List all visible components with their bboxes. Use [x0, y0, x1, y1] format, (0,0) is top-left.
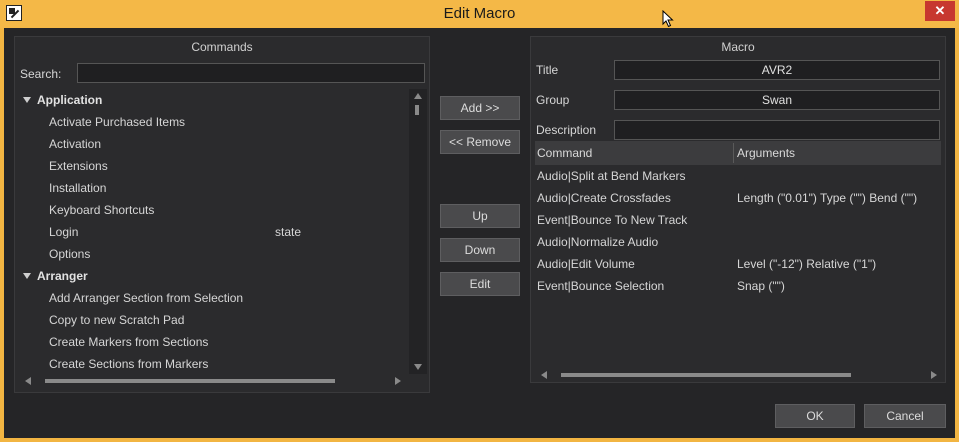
tree-item[interactable]: Keyboard Shortcuts [49, 199, 407, 221]
macro-row[interactable]: Event|Bounce Selection Snap ("") [535, 275, 941, 297]
tree-item-label: Options [49, 247, 91, 261]
macro-row[interactable]: Audio|Split at Bend Markers [535, 165, 941, 187]
macro-row-command: Event|Bounce To New Track [537, 213, 688, 227]
tree-item[interactable]: Add Arranger Section from Selection [49, 287, 407, 309]
macro-row-command: Event|Bounce Selection [537, 279, 665, 293]
tree-item-label: Create Sections from Markers [49, 357, 209, 371]
tree-item[interactable]: Options [49, 243, 407, 265]
scroll-right-arrow-icon[interactable] [931, 371, 937, 379]
column-header-arguments[interactable]: Arguments [735, 141, 795, 165]
tree-item-label: Add Arranger Section from Selection [49, 291, 244, 305]
search-input[interactable] [77, 63, 425, 83]
tree-item-extra: state [275, 225, 302, 239]
scroll-right-arrow-icon[interactable] [395, 377, 401, 385]
scroll-up-arrow-icon[interactable] [414, 93, 422, 99]
commands-tree: Application Activate Purchased Items Act… [15, 89, 407, 374]
scroll-left-arrow-icon[interactable] [25, 377, 31, 385]
macro-row-command: Audio|Edit Volume [537, 257, 635, 271]
tree-item[interactable]: Create Sections from Markers [49, 353, 407, 374]
title-label: Title [536, 63, 559, 77]
tree-item[interactable]: Login state [49, 221, 407, 243]
window-title: Edit Macro [443, 5, 516, 22]
tree-item[interactable]: Activation [49, 133, 407, 155]
macro-row[interactable]: Audio|Normalize Audio [535, 231, 941, 253]
ok-button[interactable]: OK [775, 404, 855, 428]
tree-item-label: Keyboard Shortcuts [49, 203, 155, 217]
column-header-command[interactable]: Command [535, 141, 592, 165]
scroll-thumb[interactable] [561, 373, 851, 377]
tree-item[interactable]: Copy to new Scratch Pad [49, 309, 407, 331]
add-button[interactable]: Add >> [440, 96, 520, 120]
macro-row[interactable]: Audio|Edit Volume Level ("-12") Relative… [535, 253, 941, 275]
dialog-body: Commands Search: Application Activate Pu… [4, 28, 955, 438]
tree-item[interactable]: Extensions [49, 155, 407, 177]
scroll-left-arrow-icon[interactable] [541, 371, 547, 379]
scroll-thumb[interactable] [415, 105, 419, 115]
macro-row-arguments: Length ("0.01") Type ("") Bend ("") [737, 191, 918, 205]
tree-item[interactable]: Activate Purchased Items [49, 111, 407, 133]
commands-panel: Commands Search: Application Activate Pu… [14, 36, 430, 393]
macro-panel-title: Macro [721, 40, 755, 54]
cancel-button[interactable]: Cancel [864, 404, 946, 428]
mouse-cursor-icon [662, 10, 674, 28]
scroll-thumb[interactable] [45, 379, 335, 383]
column-divider[interactable] [733, 143, 734, 163]
group-label: Group [536, 93, 570, 107]
commands-horizontal-scrollbar[interactable] [23, 374, 403, 388]
commands-vertical-scrollbar[interactable] [409, 89, 427, 374]
remove-button[interactable]: << Remove [440, 130, 520, 154]
description-label: Description [536, 123, 597, 137]
tree-group-label: Application [37, 93, 103, 107]
up-button[interactable]: Up [440, 204, 520, 228]
tree-item-label: Activate Purchased Items [49, 115, 186, 129]
macro-horizontal-scrollbar[interactable] [539, 368, 939, 382]
tree-group-label: Arranger [37, 269, 88, 283]
macro-row-command: Audio|Split at Bend Markers [537, 169, 686, 183]
edit-button[interactable]: Edit [440, 272, 520, 296]
tree-item-label: Create Markers from Sections [49, 335, 209, 349]
tree-group-application[interactable]: Application [23, 89, 407, 111]
macro-panel: Macro Title AVR2 Group Swan Description … [530, 36, 946, 383]
tree-group-arranger[interactable]: Arranger [23, 265, 407, 287]
close-button[interactable]: ✕ [925, 1, 955, 21]
tree-item-label: Installation [49, 181, 107, 195]
macro-row[interactable]: Audio|Create Crossfades Length ("0.01") … [535, 187, 941, 209]
expand-triangle-icon[interactable] [23, 97, 31, 103]
title-field[interactable]: AVR2 [614, 60, 940, 80]
expand-triangle-icon[interactable] [23, 273, 31, 279]
search-label: Search: [20, 67, 62, 81]
group-field[interactable]: Swan [614, 90, 940, 110]
macro-table-header: Command Arguments [535, 141, 941, 165]
title-bar: Edit Macro ✕ [0, 0, 959, 28]
scroll-down-arrow-icon[interactable] [414, 364, 422, 370]
commands-panel-title: Commands [191, 40, 253, 54]
tree-item[interactable]: Installation [49, 177, 407, 199]
macro-row-command: Audio|Create Crossfades [537, 191, 671, 205]
macro-row[interactable]: Event|Bounce To New Track [535, 209, 941, 231]
macro-row-command: Audio|Normalize Audio [537, 235, 659, 249]
tree-item-label: Extensions [49, 159, 108, 173]
description-field[interactable] [614, 120, 940, 140]
tree-item-label: Copy to new Scratch Pad [49, 313, 185, 327]
down-button[interactable]: Down [440, 238, 520, 262]
tree-item[interactable]: Create Markers from Sections [49, 331, 407, 353]
tree-item-label: Activation [49, 137, 102, 151]
tree-item-label: Login [49, 225, 79, 239]
macro-row-arguments: Snap ("") [737, 279, 785, 293]
macro-row-arguments: Level ("-12") Relative ("1") [737, 257, 877, 271]
